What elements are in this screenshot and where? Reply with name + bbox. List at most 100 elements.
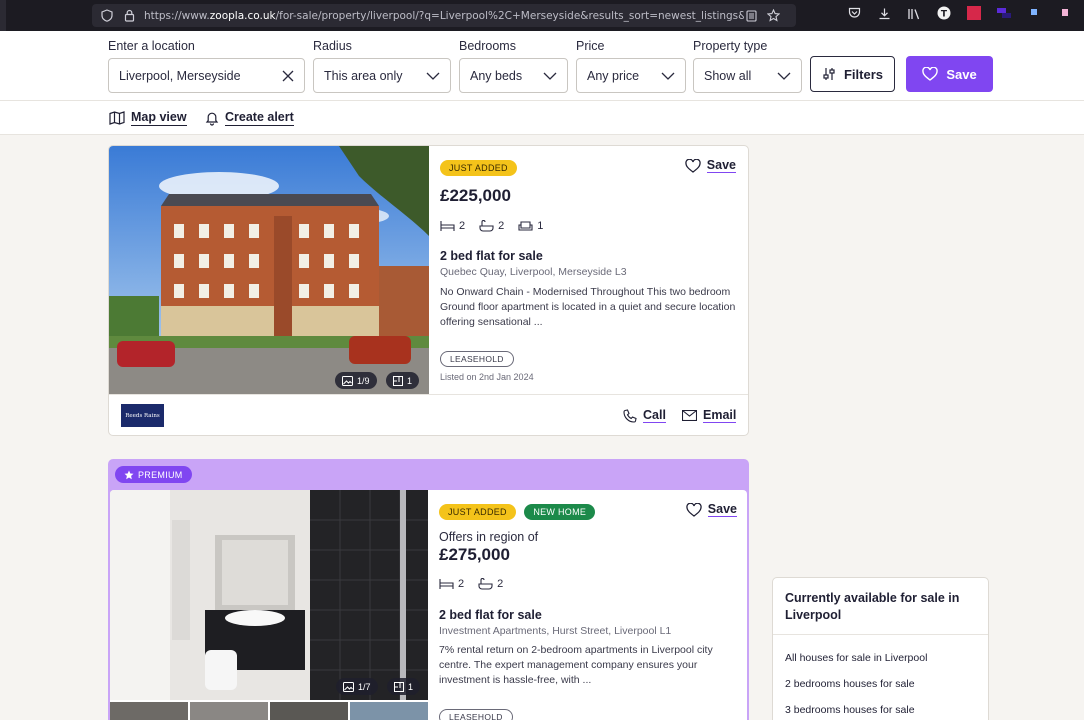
library-icon[interactable] (906, 5, 922, 21)
clear-icon[interactable] (282, 70, 294, 82)
location-input[interactable]: Liverpool, Merseyside (108, 58, 305, 93)
bath-icon (479, 220, 494, 232)
download-icon[interactable] (876, 5, 892, 21)
radius-select[interactable]: This area only (313, 58, 451, 93)
call-button[interactable]: Call (623, 408, 666, 423)
property-type-label: Property type (693, 39, 768, 53)
bookmark-star-icon[interactable] (766, 9, 780, 23)
thumbnail[interactable] (270, 702, 348, 720)
email-label: Email (703, 408, 737, 423)
listing-description: 7% rental return on 2-bedroom apartments… (439, 644, 713, 686)
listing-photo[interactable]: 1/9 1 (109, 146, 429, 394)
map-icon (109, 111, 125, 125)
price-qualifier: Offers in region of (439, 530, 539, 544)
filters-button[interactable]: Filters (810, 56, 895, 92)
listing-address: Investment Apartments, Hurst Street, Liv… (439, 625, 672, 637)
listing-card[interactable]: 1/9 1 JUST ADDED £225,000 2 2 1 2 bed fl… (108, 145, 749, 436)
extension-purple-icon[interactable] (996, 5, 1012, 21)
photo-count: 1/7 (358, 681, 371, 692)
create-alert-link[interactable]: Create alert (205, 110, 294, 126)
price-field: Price Any price (576, 39, 686, 93)
thumbnail[interactable] (350, 702, 428, 720)
phone-icon (623, 408, 637, 423)
radius-label: Radius (313, 39, 352, 53)
floorplan-chip[interactable]: 1 (387, 678, 421, 695)
extension-blue-icon[interactable] (1026, 5, 1042, 21)
bedrooms-select[interactable]: Any beds (459, 58, 568, 93)
email-button[interactable]: Email (682, 408, 737, 423)
listing-price: £275,000 (439, 545, 510, 564)
filters-label: Filters (843, 66, 883, 82)
shield-icon[interactable] (100, 9, 114, 23)
save-search-button[interactable]: Save (906, 56, 993, 92)
floorplan-count: 1 (408, 681, 414, 692)
sidebar-link-3-bed[interactable]: 3 bedrooms houses for sale (773, 697, 988, 720)
lock-icon[interactable] (122, 9, 136, 23)
extension-red-icon[interactable] (966, 5, 982, 21)
pocket-icon[interactable] (846, 5, 862, 21)
property-type-select-value: Show all (704, 68, 752, 83)
agent-logo[interactable]: Reeds Rains (121, 404, 164, 427)
receptions-feature: 1 (518, 220, 543, 232)
panel-title: Currently available for sale in Liverpoo… (773, 578, 988, 635)
thumbnail[interactable] (190, 702, 268, 720)
call-label: Call (643, 408, 666, 423)
tab-edge (0, 0, 6, 31)
listing-address: Quebec Quay, Liverpool, Merseyside L3 (440, 266, 627, 278)
chevron-down-icon (426, 72, 440, 80)
bedroom-count: 2 (459, 220, 466, 232)
bathroom-count: 2 (498, 220, 505, 232)
extension-t-icon[interactable]: T (936, 5, 952, 21)
image-icon (342, 375, 353, 386)
bedrooms-field: Bedrooms Any beds (459, 39, 568, 93)
extension-pink-icon[interactable] (1056, 5, 1072, 21)
available-for-sale-panel: Currently available for sale in Liverpoo… (772, 577, 989, 720)
sidebar-link-all-houses[interactable]: All houses for sale in Liverpool (773, 645, 988, 671)
listing-description: No Onward Chain - Modernised Throughout … (440, 286, 736, 328)
map-view-label: Map view (131, 110, 187, 126)
bathrooms-feature: 2 (479, 220, 504, 232)
sliders-icon (822, 67, 836, 81)
new-home-badge: NEW HOME (524, 504, 596, 520)
url-bar[interactable]: https://www.zoopla.co.uk/for-sale/proper… (92, 4, 796, 27)
thumbnail-strip (110, 702, 428, 720)
bedrooms-label: Bedrooms (459, 39, 516, 53)
photo-count-chip[interactable]: 1/9 (335, 372, 377, 389)
star-icon (124, 470, 134, 480)
thumbnail[interactable] (110, 702, 188, 720)
photo-count-chip[interactable]: 1/7 (336, 678, 378, 695)
floorplan-count: 1 (407, 375, 413, 386)
location-input-value: Liverpool, Merseyside (119, 68, 241, 83)
results-toolbar: Map view Create alert (0, 101, 1084, 135)
heart-icon (686, 502, 702, 517)
search-filters-bar: Enter a location Liverpool, Merseyside R… (0, 31, 1084, 101)
bell-icon (205, 111, 219, 126)
floorplan-chip[interactable]: 1 (386, 372, 420, 389)
listing-photo[interactable]: 1/7 1 (110, 490, 430, 700)
save-listing-label: Save (706, 158, 736, 173)
save-listing-button[interactable]: Save (685, 158, 736, 173)
sidebar-link-2-bed[interactable]: 2 bedrooms houses for sale (773, 671, 988, 697)
photo-count: 1/9 (357, 375, 370, 386)
map-view-link[interactable]: Map view (109, 110, 187, 126)
reader-view-icon[interactable] (744, 9, 758, 23)
chevron-down-icon (777, 72, 791, 80)
floorplan-icon (393, 375, 403, 386)
save-listing-button[interactable]: Save (686, 502, 737, 517)
listing-title[interactable]: 2 bed flat for sale (440, 249, 543, 263)
premium-listing-card[interactable]: PREMIUM 1/7 1 JUST ADDED NEW HOME Offers… (108, 459, 749, 720)
premium-label: PREMIUM (138, 469, 183, 480)
bathroom-count: 2 (497, 578, 504, 590)
listing-title[interactable]: 2 bed flat for sale (439, 608, 542, 622)
url-domain: zoopla.co.uk (209, 9, 276, 22)
listing-features: 2 2 (439, 578, 503, 590)
bedrooms-feature: 2 (439, 578, 464, 590)
bedrooms-select-value: Any beds (470, 68, 523, 83)
just-added-badge: JUST ADDED (440, 160, 517, 176)
floorplan-icon (394, 681, 404, 692)
url-text: https://www.zoopla.co.uk/for-sale/proper… (144, 10, 744, 22)
price-select[interactable]: Any price (576, 58, 686, 93)
property-type-select[interactable]: Show all (693, 58, 802, 93)
reception-count: 1 (537, 220, 544, 232)
url-prefix: https://www. (144, 9, 210, 22)
